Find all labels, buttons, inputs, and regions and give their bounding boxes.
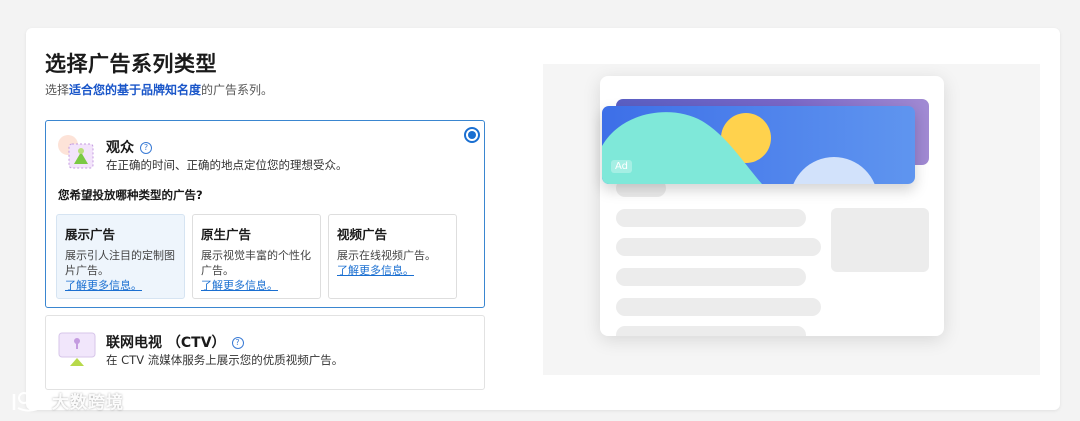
option-audience-label: 观众 [106, 140, 134, 156]
tv-icon [58, 332, 96, 366]
placeholder-line [616, 298, 821, 316]
ad-type-title: 展示广告 [65, 227, 116, 242]
watermark-text: 大数跨境 [52, 393, 124, 413]
audience-icon [58, 135, 94, 169]
placeholder-line [616, 209, 806, 227]
campaign-type-card: 选择广告系列类型 选择适合您的基于品牌知名度的广告系列。 观众? 在正确的时间、… [26, 28, 1060, 410]
option-audience-title: 观众? [106, 137, 152, 157]
help-icon[interactable]: ? [231, 337, 244, 349]
option-audience-desc: 在正确的时间、正确的地点定位您的理想受众。 [106, 158, 348, 172]
watermark-logo-icon [12, 392, 45, 412]
ad-type-desc: 展示视觉丰富的个性化广告。 [201, 249, 311, 277]
option-audience[interactable]: 观众? 在正确的时间、正确的地点定位您的理想受众。 您希望投放哪种类型的广告? … [45, 120, 485, 308]
ad-artwork [602, 112, 875, 184]
learn-more-link[interactable]: 了解更多信息。 [201, 278, 312, 293]
subtitle-highlight: 适合您的基于品牌知名度 [69, 83, 202, 97]
display-ad-banner: Ad [602, 106, 915, 184]
option-ctv-label: 联网电视 （CTV） [106, 335, 226, 351]
ad-type-desc: 展示在线视频广告。 [337, 249, 436, 262]
ad-type-video[interactable]: 视频广告 展示在线视频广告。 了解更多信息。 [328, 214, 457, 299]
option-ctv-title: 联网电视 （CTV）? [106, 332, 244, 352]
help-icon[interactable]: ? [140, 142, 152, 154]
placeholder-line [616, 326, 806, 336]
ad-type-question: 您希望投放哪种类型的广告? [58, 188, 203, 202]
ad-type-display[interactable]: 展示广告 展示引人注目的定制图片广告。 了解更多信息。 [56, 214, 185, 299]
ad-type-desc: 展示引人注目的定制图片广告。 [65, 249, 175, 277]
learn-more-link[interactable]: 了解更多信息。 [337, 263, 448, 278]
subtitle-prefix: 选择 [45, 83, 70, 97]
option-audience-radio[interactable] [464, 127, 480, 143]
placeholder-image [831, 208, 929, 272]
ad-type-title: 原生广告 [201, 227, 252, 242]
subtitle-suffix: 的广告系列。 [201, 83, 274, 97]
learn-more-link[interactable]: 了解更多信息。 [65, 278, 176, 293]
option-ctv[interactable]: 联网电视 （CTV）? 在 CTV 流媒体服务上展示您的优质视频广告。 [45, 315, 485, 390]
page-title: 选择广告系列类型 [45, 52, 217, 76]
option-ctv-desc: 在 CTV 流媒体服务上展示您的优质视频广告。 [106, 353, 344, 367]
ad-type-native[interactable]: 原生广告 展示视觉丰富的个性化广告。 了解更多信息。 [192, 214, 321, 299]
ad-badge: Ad [611, 160, 633, 173]
ad-type-title: 视频广告 [337, 227, 388, 242]
placeholder-line [616, 238, 821, 256]
placeholder-line [616, 268, 806, 286]
page-subtitle: 选择适合您的基于品牌知名度的广告系列。 [45, 81, 273, 98]
